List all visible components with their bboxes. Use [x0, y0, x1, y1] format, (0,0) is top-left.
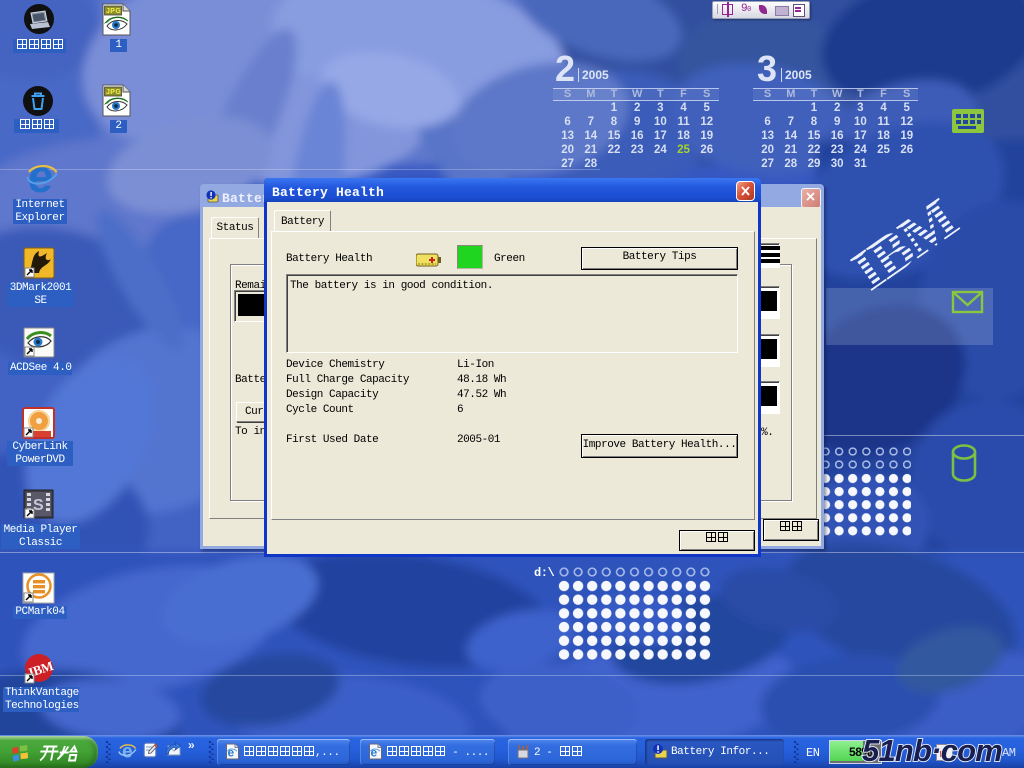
svg-text:S: S — [33, 497, 44, 514]
svg-text:e: e — [228, 746, 235, 760]
svg-text:JPG: JPG — [106, 8, 121, 15]
svg-text:e: e — [371, 746, 378, 760]
svg-text:JPG: JPG — [106, 89, 121, 96]
svg-text:51nb·com: 51nb·com — [862, 735, 1002, 768]
